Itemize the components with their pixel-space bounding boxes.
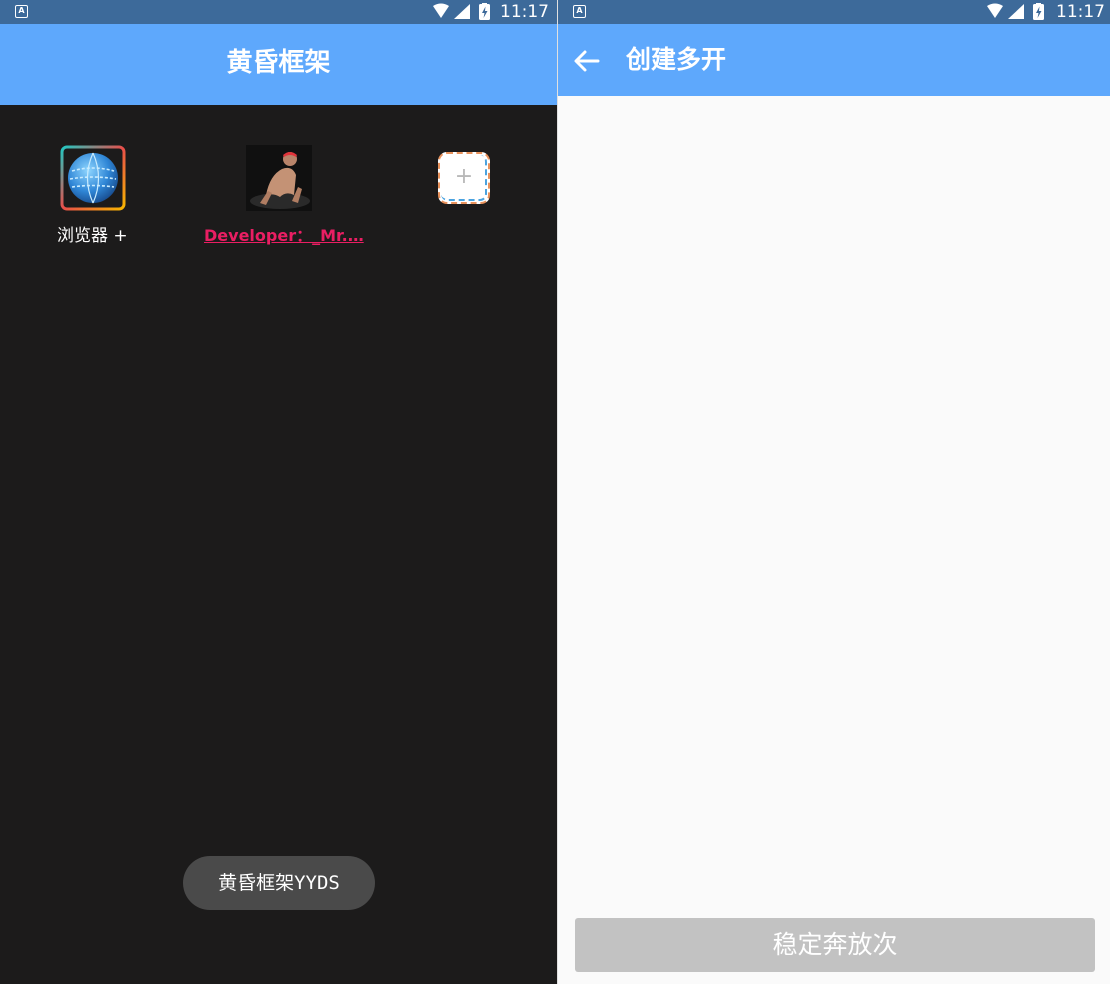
globe-browser-icon <box>60 145 126 211</box>
app-bar: 黄昏框架 <box>0 24 557 105</box>
app-item-browser[interactable]: 浏览器 + <box>57 145 130 255</box>
battery-charging-icon <box>1033 3 1044 20</box>
app-label-developer: Developer：_Mr.… <box>204 226 364 245</box>
add-icon: + <box>454 164 474 189</box>
a-letter-icon: A <box>15 5 28 18</box>
status-bar: A 11:17 <box>0 0 557 24</box>
status-time: 11:17 <box>1056 2 1105 22</box>
app-label-browser: 浏览器 + <box>57 226 128 246</box>
status-time: 11:17 <box>500 2 549 22</box>
status-bar: A 11:17 <box>558 0 1110 24</box>
app-item-developer[interactable]: Developer：_Mr.… <box>204 145 364 255</box>
wifi-icon <box>987 3 1003 18</box>
arrow-back-icon[interactable] <box>572 46 602 76</box>
signal-icon <box>1008 4 1024 19</box>
create-screen: A 11:17 创建多开 稳定奔放次 <box>558 0 1110 984</box>
app-title: 黄昏框架 <box>226 48 331 78</box>
signal-icon <box>454 4 470 19</box>
add-app-button[interactable]: + <box>438 152 490 204</box>
wifi-icon <box>433 3 449 18</box>
home-screen: A 11:17 黄昏框架 浏览器 + Developer：_Mr.… + 黄昏框… <box>0 0 557 984</box>
status-icons <box>987 3 1044 20</box>
battery-charging-icon <box>479 3 490 20</box>
toast-message: 黄昏框架YYDS <box>183 856 375 910</box>
page-title: 创建多开 <box>626 45 727 74</box>
status-icons <box>433 3 490 20</box>
app-bar: 创建多开 <box>558 24 1110 96</box>
developer-avatar-icon <box>246 145 312 211</box>
create-button[interactable]: 稳定奔放次 <box>575 918 1095 972</box>
a-letter-icon: A <box>573 5 586 18</box>
